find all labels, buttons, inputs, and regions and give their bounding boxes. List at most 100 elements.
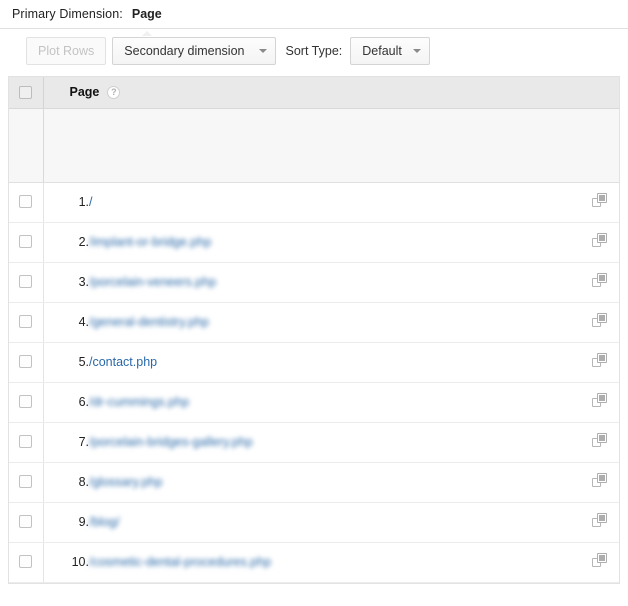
primary-dimension-label: Primary Dimension: xyxy=(12,7,123,21)
open-page-icon[interactable] xyxy=(592,233,607,247)
pages-table: Page ? 1./2./implant-or-bridge.php3./por… xyxy=(9,77,619,583)
table-row: 4./general-dentistry.php xyxy=(9,302,619,342)
row-page-cell: /implant-or-bridge.php xyxy=(89,222,579,262)
row-page-cell: / xyxy=(89,182,579,222)
open-page-icon[interactable] xyxy=(592,473,607,487)
summary-content-cell xyxy=(43,108,619,182)
table-row: 1./ xyxy=(9,182,619,222)
row-checkbox[interactable] xyxy=(19,275,32,288)
page-link[interactable]: /contact.php xyxy=(89,355,157,369)
row-page-cell: /porcelain-bridges-gallery.php xyxy=(89,422,579,462)
row-index: 7. xyxy=(43,422,89,462)
summary-checkbox-cell xyxy=(9,108,43,182)
table-header-row: Page ? xyxy=(9,77,619,108)
open-page-icon[interactable] xyxy=(592,273,607,287)
open-page-icon[interactable] xyxy=(592,313,607,327)
row-index: 4. xyxy=(43,302,89,342)
secondary-dimension-dropdown[interactable]: Secondary dimension xyxy=(112,37,275,65)
row-page-cell: /blog/ xyxy=(89,502,579,542)
table-header: Page ? xyxy=(9,77,619,108)
primary-dimension-tabs: Page xyxy=(130,7,164,21)
row-icon-cell xyxy=(579,302,619,342)
row-checkbox-cell xyxy=(9,222,43,262)
row-page-cell: /cosmetic-dental-procedures.php xyxy=(89,542,579,582)
row-checkbox-cell xyxy=(9,542,43,582)
row-icon-cell xyxy=(579,462,619,502)
row-icon-cell xyxy=(579,182,619,222)
row-checkbox-cell xyxy=(9,262,43,302)
open-page-icon[interactable] xyxy=(592,433,607,447)
page-column-header-cell: Page ? xyxy=(43,77,619,108)
table-toolbar: Plot Rows Secondary dimension Sort Type:… xyxy=(0,29,628,73)
row-checkbox[interactable] xyxy=(19,355,32,368)
table-row: 6./dr-cummings.php xyxy=(9,382,619,422)
row-icon-cell xyxy=(579,222,619,262)
plot-rows-button[interactable]: Plot Rows xyxy=(26,37,106,65)
row-icon-cell xyxy=(579,382,619,422)
row-checkbox[interactable] xyxy=(19,475,32,488)
primary-dimension-tab-page[interactable]: Page xyxy=(130,7,164,21)
row-checkbox[interactable] xyxy=(19,235,32,248)
row-checkbox[interactable] xyxy=(19,515,32,528)
chevron-down-icon xyxy=(413,49,421,53)
table-row: 8./glossary.php xyxy=(9,462,619,502)
row-checkbox-cell xyxy=(9,422,43,462)
sort-type-dropdown[interactable]: Default xyxy=(350,37,430,65)
page-link[interactable]: /general-dentistry.php xyxy=(89,315,209,329)
row-checkbox-cell xyxy=(9,302,43,342)
pages-table-container: Page ? 1./2./implant-or-bridge.php3./por… xyxy=(8,76,620,583)
page-link[interactable]: /blog/ xyxy=(89,515,120,529)
page-link[interactable]: / xyxy=(89,195,92,209)
open-page-icon[interactable] xyxy=(592,513,607,527)
row-page-cell: /dr-cummings.php xyxy=(89,382,579,422)
sort-type-label: Sort Type: xyxy=(286,44,343,58)
page-link[interactable]: /cosmetic-dental-procedures.php xyxy=(89,555,271,569)
page-link[interactable]: /implant-or-bridge.php xyxy=(89,235,211,249)
row-checkbox-cell xyxy=(9,462,43,502)
row-checkbox[interactable] xyxy=(19,435,32,448)
row-index: 1. xyxy=(43,182,89,222)
row-checkbox-cell xyxy=(9,182,43,222)
table-row: 2./implant-or-bridge.php xyxy=(9,222,619,262)
row-checkbox[interactable] xyxy=(19,195,32,208)
table-row: 9./blog/ xyxy=(9,502,619,542)
page-link[interactable]: /glossary.php xyxy=(89,475,162,489)
open-page-icon[interactable] xyxy=(592,553,607,567)
open-page-icon[interactable] xyxy=(592,353,607,367)
secondary-dimension-label: Secondary dimension xyxy=(124,44,244,58)
page-link[interactable]: /porcelain-veneers.php xyxy=(89,275,216,289)
row-checkbox[interactable] xyxy=(19,395,32,408)
row-page-cell: /general-dentistry.php xyxy=(89,302,579,342)
chevron-down-icon xyxy=(259,49,267,53)
row-checkbox-cell xyxy=(9,502,43,542)
table-row: 7./porcelain-bridges-gallery.php xyxy=(9,422,619,462)
row-index: 8. xyxy=(43,462,89,502)
row-checkbox-cell xyxy=(9,342,43,382)
row-page-cell: /contact.php xyxy=(89,342,579,382)
page-column-header-label: Page xyxy=(70,85,100,99)
help-icon[interactable]: ? xyxy=(107,86,120,99)
open-page-icon[interactable] xyxy=(592,193,607,207)
analytics-pages-report: Primary Dimension: Page Plot Rows Second… xyxy=(0,0,628,606)
page-link[interactable]: /dr-cummings.php xyxy=(89,395,189,409)
table-bottom-border xyxy=(8,583,620,584)
row-icon-cell xyxy=(579,502,619,542)
row-icon-cell xyxy=(579,422,619,462)
open-page-icon[interactable] xyxy=(592,393,607,407)
select-all-checkbox[interactable] xyxy=(19,86,32,99)
table-row: 3./porcelain-veneers.php xyxy=(9,262,619,302)
row-checkbox-cell xyxy=(9,382,43,422)
row-page-cell: /glossary.php xyxy=(89,462,579,502)
row-index: 3. xyxy=(43,262,89,302)
sort-type-value: Default xyxy=(362,44,402,58)
table-row: 5./contact.php xyxy=(9,342,619,382)
select-all-header-cell xyxy=(9,77,43,108)
row-index: 2. xyxy=(43,222,89,262)
row-index: 10. xyxy=(43,542,89,582)
table-summary-row xyxy=(9,108,619,182)
row-index: 5. xyxy=(43,342,89,382)
page-link[interactable]: /porcelain-bridges-gallery.php xyxy=(89,435,253,449)
primary-dimension-bar: Primary Dimension: Page xyxy=(0,0,628,29)
row-checkbox[interactable] xyxy=(19,315,32,328)
row-checkbox[interactable] xyxy=(19,555,32,568)
